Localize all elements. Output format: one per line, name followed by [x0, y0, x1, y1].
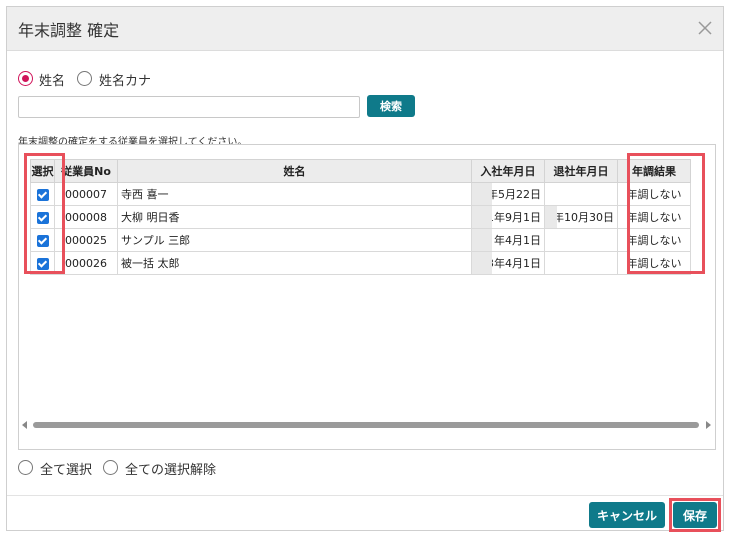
redaction-mask	[472, 183, 492, 205]
hire-date: 3年4月1日	[487, 257, 541, 270]
dialog-title: 年末調整 確定	[18, 21, 120, 40]
select-cell[interactable]	[30, 205, 55, 229]
table-row[interactable]: 000026 被一括 太郎 3年4月1日 年調しない	[30, 251, 691, 275]
table-row[interactable]: 000007 寺西 喜一 年5月22日 年調しない	[30, 182, 691, 206]
adjustment-result: 年調しない	[617, 205, 691, 229]
hire-date: 年5月22日	[487, 188, 541, 201]
redaction-mask	[545, 206, 557, 228]
search-button[interactable]: 検索	[367, 95, 415, 117]
scrollbar-thumb[interactable]	[33, 422, 699, 428]
hire-date-cell: 年4月1日	[471, 228, 545, 252]
col-hire-date: 入社年月日	[471, 159, 545, 183]
adjustment-result: 年調しない	[617, 228, 691, 252]
redaction-mask	[472, 252, 492, 274]
horizontal-scrollbar[interactable]	[21, 419, 713, 431]
footer-divider	[7, 495, 723, 496]
radio-name-kana-label: 姓名カナ	[99, 74, 152, 89]
radio-name[interactable]	[18, 71, 33, 86]
employee-name: 大柳 明日香	[117, 205, 472, 229]
employee-table: 選択 従業員No 姓名 入社年月日 退社年月日 年調結果 000007 寺西 喜…	[30, 159, 691, 275]
leave-date	[544, 228, 618, 252]
hire-date-cell: 3年4月1日	[471, 251, 545, 275]
search-input[interactable]	[18, 96, 360, 118]
radio-name-label: 姓名	[39, 74, 66, 89]
select-cell[interactable]	[30, 228, 55, 252]
hire-date-cell: 1年9月1日	[471, 205, 545, 229]
radio-name-kana[interactable]	[77, 71, 92, 86]
leave-date-cell: 年10月30日	[544, 205, 618, 229]
save-button[interactable]: 保存	[673, 502, 717, 528]
select-cell[interactable]	[30, 182, 55, 206]
checkbox-checked-icon[interactable]	[36, 211, 49, 224]
leave-date	[544, 251, 618, 275]
col-select: 選択	[30, 159, 55, 183]
radio-select-all[interactable]	[18, 460, 33, 475]
employee-name: 被一括 太郎	[117, 251, 472, 275]
table-header-row: 選択 従業員No 姓名 入社年月日 退社年月日 年調結果	[30, 159, 691, 183]
adjustment-result: 年調しない	[617, 251, 691, 275]
year-end-adjustment-dialog: 年末調整 確定 姓名 姓名カナ 検索 年末調整の確定をする従業員を選択してくださ…	[6, 6, 724, 532]
checkbox-checked-icon[interactable]	[36, 234, 49, 247]
select-cell[interactable]	[30, 251, 55, 275]
leave-date: 年10月30日	[553, 211, 614, 224]
scroll-right-icon[interactable]	[706, 421, 711, 429]
leave-date	[544, 182, 618, 206]
checkbox-checked-icon[interactable]	[36, 257, 49, 270]
adjustment-result: 年調しない	[617, 182, 691, 206]
employee-name: サンプル 三郎	[117, 228, 472, 252]
table-row[interactable]: 000008 大柳 明日香 1年9月1日 年10月30日 年調しない	[30, 205, 691, 229]
table-row[interactable]: 000025 サンプル 三郎 年4月1日 年調しない	[30, 228, 691, 252]
hire-date-cell: 年5月22日	[471, 182, 545, 206]
employee-no: 000007	[54, 182, 118, 206]
col-name: 姓名	[117, 159, 472, 183]
dialog-header: 年末調整 確定	[7, 7, 723, 51]
cancel-button[interactable]: キャンセル	[589, 502, 665, 528]
scroll-left-icon[interactable]	[22, 421, 27, 429]
hire-date: 年4月1日	[494, 234, 541, 247]
radio-deselect-all[interactable]	[103, 460, 118, 475]
deselect-all-label: 全ての選択解除	[125, 463, 217, 478]
col-adjustment-result: 年調結果	[617, 159, 691, 183]
close-icon[interactable]	[694, 17, 716, 39]
redaction-mask	[472, 206, 492, 228]
employee-no: 000008	[54, 205, 118, 229]
hire-date: 1年9月1日	[487, 211, 541, 224]
employee-no: 000026	[54, 251, 118, 275]
select-all-label: 全て選択	[40, 463, 93, 478]
employee-no: 000025	[54, 228, 118, 252]
employee-grid: 選択 従業員No 姓名 入社年月日 退社年月日 年調結果 000007 寺西 喜…	[18, 144, 716, 450]
redaction-mask	[472, 229, 492, 251]
employee-name: 寺西 喜一	[117, 182, 472, 206]
col-employee-no: 従業員No	[54, 159, 118, 183]
checkbox-checked-icon[interactable]	[36, 188, 49, 201]
col-leave-date: 退社年月日	[544, 159, 618, 183]
